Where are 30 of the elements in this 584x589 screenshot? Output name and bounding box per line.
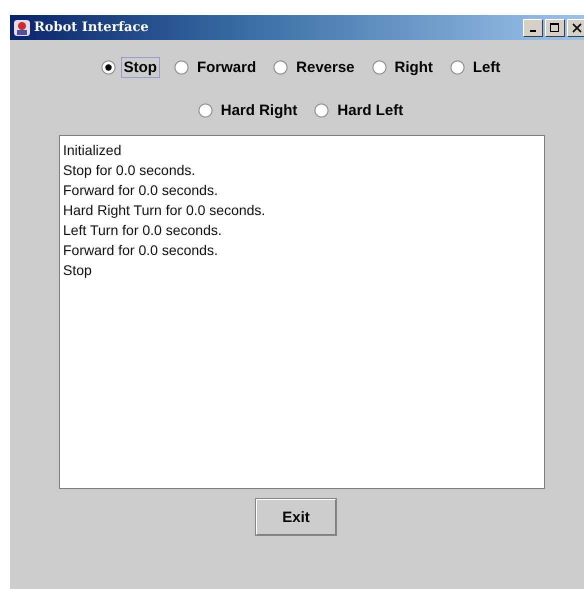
close-icon xyxy=(572,22,582,32)
radio-circle-icon[interactable] xyxy=(450,60,465,74)
maximize-button[interactable] xyxy=(545,18,565,36)
radio-button[interactable]: Right xyxy=(372,56,436,78)
log-line: Forward for 0.0 seconds. xyxy=(63,241,219,260)
minimize-button[interactable] xyxy=(523,18,543,36)
minimize-icon xyxy=(530,30,536,32)
radio-circle-icon[interactable] xyxy=(174,60,189,74)
log-line: Stop xyxy=(63,261,93,280)
radio-button[interactable]: Forward xyxy=(174,56,260,78)
radio-circle-icon[interactable] xyxy=(314,102,330,118)
radio-circle-icon[interactable] xyxy=(372,60,387,74)
exit-button[interactable]: Exit xyxy=(256,499,336,535)
radio-circle-icon[interactable] xyxy=(198,102,213,118)
radio-circle-icon[interactable] xyxy=(100,60,116,74)
log-text-area[interactable]: Initialized Stop for 0.0 seconds. Forward for 0.0 seconds. Hard Right Turn for 0.0 seconds. Left Turn for 0.0 seconds. Forward for 0.0 seconds. Stop xyxy=(59,135,545,489)
maximize-icon xyxy=(550,22,560,32)
log-line: Left Turn for 0.0 seconds. xyxy=(63,221,223,240)
radio-button[interactable]: Reverse xyxy=(273,56,358,78)
radio-button[interactable]: Hard Right xyxy=(198,100,300,120)
radio-circle-icon[interactable] xyxy=(273,60,288,74)
log-line: Hard Right Turn for 0.0 seconds. xyxy=(63,201,266,220)
radio-button[interactable]: Hard Left xyxy=(314,100,406,120)
window-title: Robot Interface xyxy=(34,20,150,35)
log-line: Initialized xyxy=(63,141,122,160)
app-icon xyxy=(13,18,31,36)
close-button[interactable] xyxy=(567,18,584,36)
radio-button[interactable]: Left xyxy=(450,56,504,78)
log-line: Stop for 0.0 seconds. xyxy=(63,161,196,180)
log-line: Forward for 0.0 seconds. xyxy=(63,181,219,200)
